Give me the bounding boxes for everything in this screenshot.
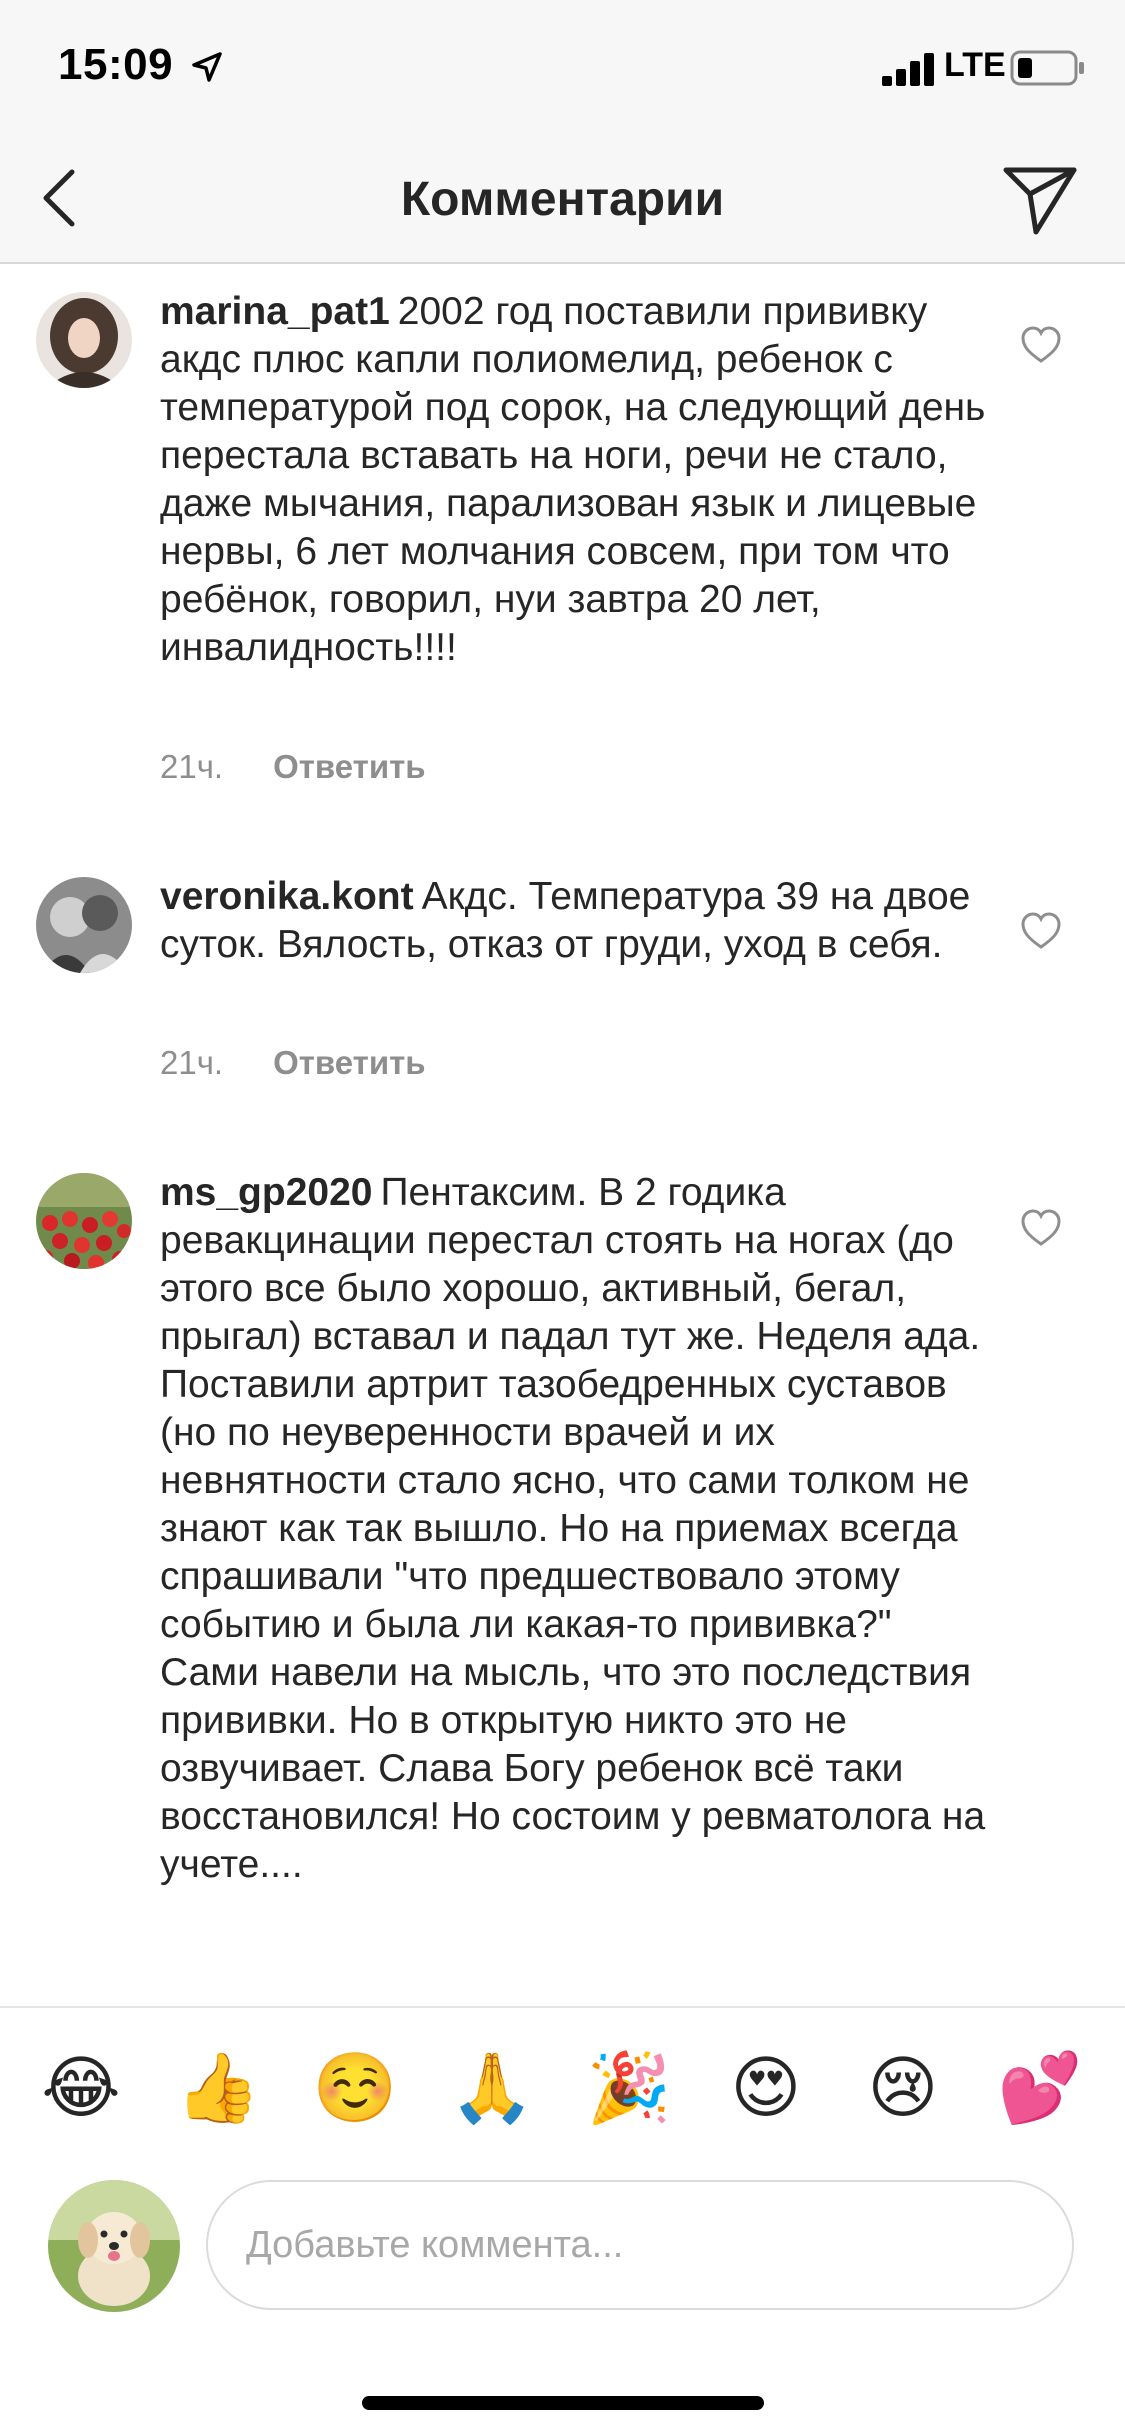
emoji-party-popper-icon[interactable]: 🎉 <box>584 2048 674 2128</box>
comment-username[interactable]: marina_pat1 <box>160 290 390 333</box>
emoji-thumbs-up-icon[interactable]: 👍 <box>173 2048 263 2128</box>
heart-icon[interactable] <box>1020 912 1062 950</box>
navigation-bar: Комментарии <box>0 132 1125 264</box>
home-indicator <box>362 2396 764 2410</box>
direct-send-icon[interactable] <box>1002 160 1078 236</box>
comment-text: marina_pat1 2002 год поставили прививку а… <box>160 288 990 672</box>
avatar[interactable] <box>36 292 132 388</box>
heart-icon[interactable] <box>1020 1209 1062 1247</box>
comment-text: ms_gp2020 Пентаксим. В 2 годика ревакцина… <box>160 1169 990 1889</box>
emoji-folded-hands-icon[interactable]: 🙏 <box>447 2048 537 2128</box>
reply-button[interactable]: Ответить <box>273 748 426 786</box>
emoji-reaction-bar: 😂 👍 ☺️ 🙏 🎉 😍 😢 💕 <box>0 2006 1125 2178</box>
avatar[interactable] <box>36 1173 132 1269</box>
comment-text: veronika.kont Акдс. Температура 39 на дво… <box>160 873 990 969</box>
emoji-tears-of-joy-icon[interactable]: 😂 <box>36 2048 126 2128</box>
location-arrow-icon <box>192 52 222 82</box>
comment-meta: 21ч. Ответить <box>160 1044 426 1082</box>
emoji-heart-eyes-icon[interactable]: 😍 <box>721 2048 811 2128</box>
cellular-signal-icon <box>882 53 934 86</box>
comment-time: 21ч. <box>160 748 224 785</box>
battery-icon <box>1010 50 1084 86</box>
comment-content: Пентаксим. В 2 годика ревакцинации перес… <box>160 1171 986 1886</box>
comment-username[interactable]: ms_gp2020 <box>160 1171 372 1214</box>
network-type: LTE <box>944 46 1006 84</box>
comment-meta: 21ч. Ответить <box>160 748 426 786</box>
current-user-avatar <box>48 2180 180 2312</box>
comment-time: 21ч. <box>160 1044 224 1081</box>
heart-icon[interactable] <box>1020 326 1062 364</box>
comment-content: 2002 год поставили прививку акдс плюс ка… <box>160 290 986 669</box>
status-bar: 15:09 LTE <box>0 0 1125 132</box>
emoji-two-hearts-icon[interactable]: 💕 <box>995 2048 1085 2128</box>
reply-button[interactable]: Ответить <box>273 1044 426 1082</box>
status-time: 15:09 <box>58 40 174 89</box>
avatar[interactable] <box>36 877 132 973</box>
page-title: Комментарии <box>400 173 725 226</box>
emoji-smiling-icon[interactable]: ☺️ <box>310 2048 400 2128</box>
comment-input[interactable] <box>206 2180 1074 2310</box>
comment-username[interactable]: veronika.kont <box>160 875 414 918</box>
emoji-crying-icon[interactable]: 😢 <box>858 2048 948 2128</box>
